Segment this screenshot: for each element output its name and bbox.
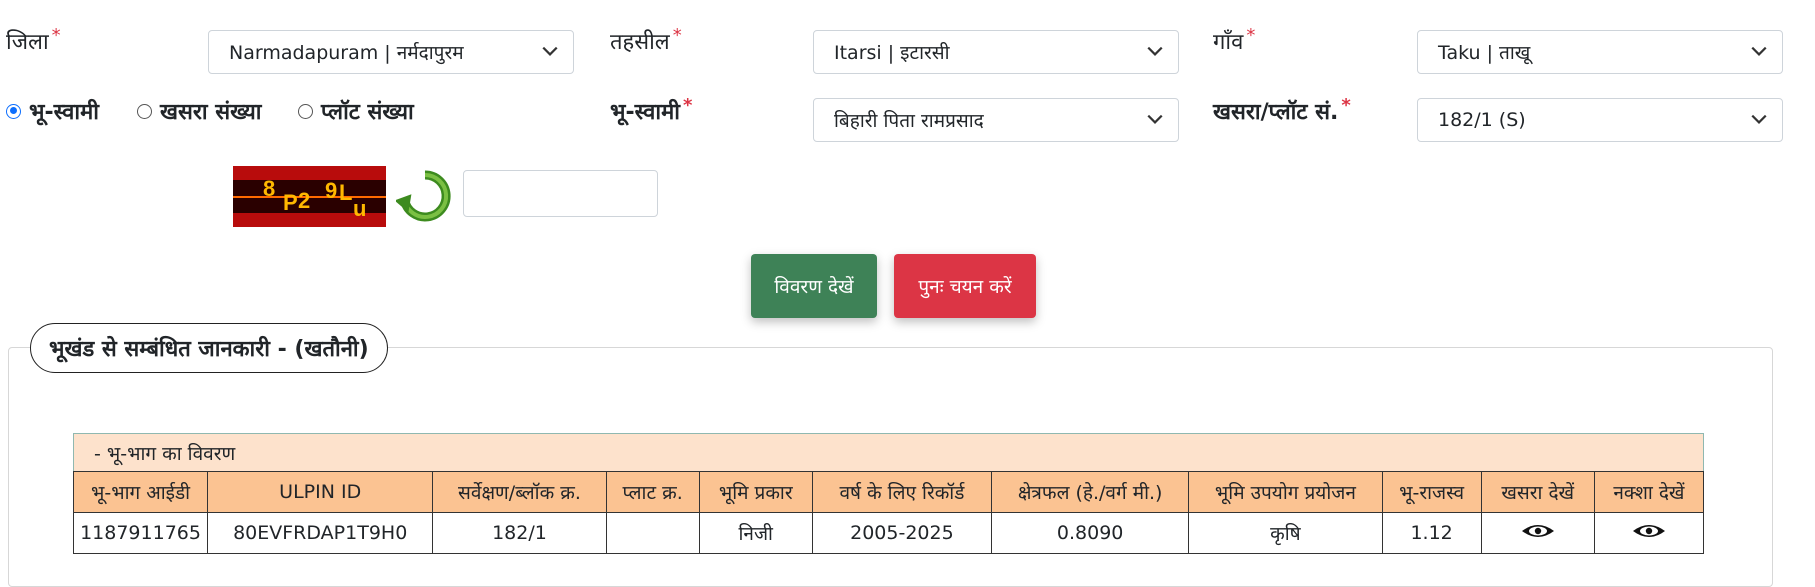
village-select-value: Taku | ताखू — [1438, 42, 1531, 64]
chevron-down-icon — [1751, 114, 1767, 124]
chevron-down-icon — [1147, 114, 1163, 124]
cell-plot-no — [605, 512, 700, 554]
chevron-down-icon — [1147, 46, 1163, 56]
table-header: प्लाट क्र. — [605, 471, 700, 513]
table-header: वर्ष के लिए रिकॉर्ड — [811, 471, 993, 513]
radio-plot[interactable]: प्लॉट संख्या — [298, 96, 414, 126]
cell-revenue: 1.12 — [1381, 512, 1482, 554]
radio-plot-dot[interactable] — [298, 103, 313, 119]
radio-khasra[interactable]: खसरा संख्या — [137, 96, 261, 126]
chevron-down-icon — [1751, 46, 1767, 56]
table-header: भू-भाग आईडी — [72, 471, 209, 513]
owner-select[interactable]: बिहारी पिता रामप्रसाद — [813, 98, 1179, 142]
cell-land-type: निजी — [698, 512, 813, 554]
svg-text:L: L — [339, 180, 352, 205]
owner-label: भू-स्वामी * — [610, 95, 693, 125]
cell-survey-no: 182/1 — [432, 512, 607, 554]
village-select[interactable]: Taku | ताखू — [1417, 30, 1783, 74]
cell-view-map — [1593, 512, 1705, 554]
table-caption: - भू-भाग का विवरण — [73, 433, 1704, 471]
village-label: गाँव * — [1213, 25, 1256, 55]
svg-text:9: 9 — [325, 178, 337, 203]
cell-ulpin: 80EVFRDAP1T9H0 — [207, 512, 434, 554]
radio-owner-dot[interactable] — [6, 103, 21, 119]
table-header: भू-राजस्व — [1381, 471, 1482, 513]
table-header: भूमि प्रकार — [698, 471, 813, 513]
cell-area: 0.8090 — [991, 512, 1190, 554]
khasra-select[interactable]: 182/1 (S) — [1417, 98, 1783, 142]
chevron-down-icon — [542, 46, 558, 56]
svg-text:8: 8 — [263, 176, 275, 201]
captcha-input[interactable] — [463, 170, 658, 217]
district-select[interactable]: Narmadapuram | नर्मदापुरम — [208, 30, 574, 74]
captcha-image: 8 P 2 9 L u — [233, 166, 386, 227]
cell-parcel-id: 1187911765 — [72, 512, 209, 554]
reselect-button[interactable]: पुनः चयन करें — [894, 254, 1036, 318]
tehsil-select[interactable]: Itarsi | इटारसी — [813, 30, 1179, 74]
district-select-value: Narmadapuram | नर्मदापुरम — [229, 42, 464, 64]
view-map-eye-icon[interactable] — [1631, 522, 1667, 540]
section-legend: भूखंड से सम्बंधित जानकारी - (खतौनी) — [30, 323, 388, 373]
table-header: नक्शा देखें — [1593, 471, 1705, 513]
cell-record-years: 2005-2025 — [811, 512, 993, 554]
khasra-select-value: 182/1 (S) — [1438, 109, 1526, 131]
cell-land-use: कृषि — [1188, 512, 1383, 554]
table-header: सर्वेक्षण/ब्लॉक क्र. — [432, 471, 607, 513]
refresh-captcha-icon[interactable] — [396, 167, 454, 225]
cell-view-khasra — [1480, 512, 1595, 554]
radio-khasra-dot[interactable] — [137, 103, 152, 119]
view-khasra-eye-icon[interactable] — [1520, 522, 1556, 540]
tehsil-label: तहसील * — [610, 25, 682, 55]
table-header: खसरा देखें — [1480, 471, 1595, 513]
parcel-table: भू-भाग आईडी ULPIN ID सर्वेक्षण/ब्लॉक क्र… — [72, 471, 1705, 554]
svg-text:P: P — [283, 190, 298, 215]
view-details-button[interactable]: विवरण देखें — [751, 254, 877, 318]
table-header: ULPIN ID — [207, 471, 434, 513]
table-header: क्षेत्रफल (हे./वर्ग मी.) — [991, 471, 1190, 513]
owner-select-value: बिहारी पिता रामप्रसाद — [834, 110, 984, 132]
tehsil-select-value: Itarsi | इटारसी — [834, 42, 950, 64]
table-row: 1187911765 80EVFRDAP1T9H0 182/1 निजी 200… — [72, 512, 1705, 554]
khasra-label: खसरा/प्लॉट सं. * — [1213, 95, 1351, 125]
district-label: जिला * — [6, 25, 61, 55]
table-header-row: भू-भाग आईडी ULPIN ID सर्वेक्षण/ब्लॉक क्र… — [72, 471, 1705, 513]
table-header: भूमि उपयोग प्रयोजन — [1188, 471, 1383, 513]
radio-owner[interactable]: भू-स्वामी — [6, 96, 99, 126]
svg-text:2: 2 — [298, 188, 310, 213]
svg-text:u: u — [353, 196, 366, 221]
captcha-text: 8 P 2 9 L u — [263, 176, 366, 221]
